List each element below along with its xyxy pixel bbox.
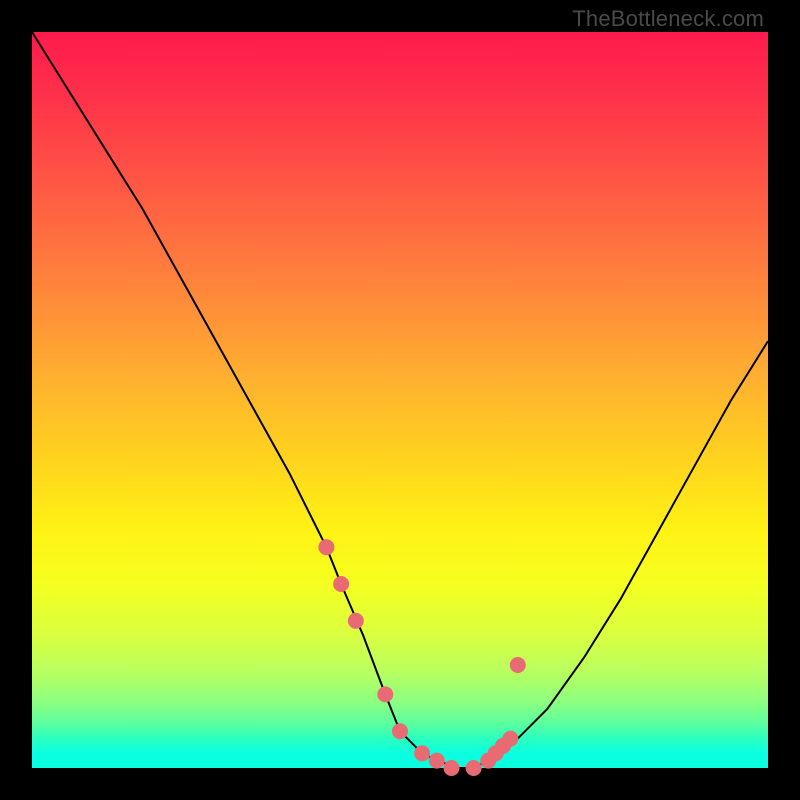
- threshold-dots: [318, 539, 525, 776]
- threshold-dot: [444, 760, 460, 776]
- bottleneck-curve: [32, 32, 768, 768]
- threshold-dot: [414, 745, 430, 761]
- threshold-dot: [466, 760, 482, 776]
- threshold-dot: [348, 613, 364, 629]
- threshold-dot: [318, 539, 334, 555]
- threshold-dot: [333, 576, 349, 592]
- threshold-dot: [510, 657, 526, 673]
- threshold-dot: [377, 686, 393, 702]
- attribution-text: TheBottleneck.com: [572, 6, 764, 32]
- threshold-dot: [429, 753, 445, 769]
- plot-area: [32, 32, 768, 768]
- chart-frame: TheBottleneck.com: [0, 0, 800, 800]
- curve-layer: [32, 32, 768, 768]
- threshold-dot: [392, 723, 408, 739]
- threshold-dot: [502, 731, 518, 747]
